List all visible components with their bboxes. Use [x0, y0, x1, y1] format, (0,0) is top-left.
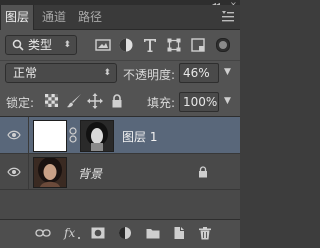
- new-group-icon[interactable]: [146, 226, 160, 240]
- fill-dropdown-arrow-icon[interactable]: ▼: [224, 96, 231, 106]
- filter-kind-label: 类型: [28, 38, 53, 52]
- eye-icon[interactable]: [7, 130, 21, 140]
- visibility-toggle[interactable]: [0, 117, 29, 153]
- fill-input[interactable]: 100%: [179, 92, 219, 112]
- layer-thumbnail[interactable]: [33, 120, 67, 152]
- layers-list: 图层 1 背景: [0, 117, 240, 219]
- link-layers-icon[interactable]: [35, 228, 51, 238]
- fx-icon[interactable]: fx: [63, 225, 81, 241]
- image-filter-icon[interactable]: [95, 37, 111, 53]
- lock-row: 锁定: 填充: 100% ▼: [0, 88, 240, 117]
- adjustment-filter-icon[interactable]: [118, 37, 134, 53]
- opacity-dropdown-arrow-icon[interactable]: ▼: [224, 67, 231, 77]
- panel-menu-icon[interactable]: [222, 11, 234, 22]
- lock-icon: [199, 166, 207, 178]
- background-layer-thumbnail[interactable]: [33, 157, 67, 188]
- layers-panel: ◂◂ × 图层 通道 路径 类型 ⬍: [0, 0, 240, 248]
- layer-mask-thumbnail[interactable]: [80, 120, 114, 152]
- chevron-updown-icon: ⬍: [103, 68, 111, 78]
- tab-layers[interactable]: 图层: [0, 5, 35, 30]
- filter-toggle-switch[interactable]: [216, 38, 230, 52]
- lock-label: 锁定:: [6, 96, 35, 110]
- smart-object-filter-icon[interactable]: [190, 37, 206, 53]
- fill-label: 填充:: [147, 96, 176, 110]
- lock-position-move-icon[interactable]: [87, 93, 103, 109]
- delete-layer-icon[interactable]: [198, 226, 212, 240]
- type-filter-icon[interactable]: [142, 37, 158, 53]
- new-layer-icon[interactable]: [172, 226, 186, 240]
- opacity-input[interactable]: 46%: [179, 63, 219, 83]
- chevron-updown-icon: ⬍: [63, 40, 71, 50]
- blend-row: 正常 ⬍ 不透明度: 46% ▼: [0, 61, 240, 87]
- adjustment-layer-icon[interactable]: [118, 226, 132, 240]
- blend-mode-dropdown[interactable]: 正常 ⬍: [5, 63, 117, 83]
- lock-all-icon[interactable]: [109, 93, 125, 109]
- eye-icon[interactable]: [7, 167, 21, 177]
- chain-link-icon[interactable]: [69, 127, 77, 143]
- layer-row[interactable]: 背景: [0, 154, 240, 190]
- lock-transparent-pixels-icon[interactable]: [45, 94, 58, 107]
- opacity-label: 不透明度:: [123, 68, 176, 82]
- tab-bar: 图层 通道 路径: [0, 5, 240, 30]
- layer-row[interactable]: 图层 1: [0, 117, 240, 154]
- visibility-toggle[interactable]: [0, 154, 29, 189]
- filter-row: 类型 ⬍: [0, 30, 240, 61]
- lock-image-pixels-brush-icon[interactable]: [66, 93, 82, 109]
- shape-filter-icon[interactable]: [166, 37, 182, 53]
- tab-channels[interactable]: 通道: [38, 5, 70, 29]
- filter-kind-dropdown[interactable]: 类型 ⬍: [5, 35, 77, 55]
- layer-name[interactable]: 背景: [78, 165, 102, 182]
- add-mask-icon[interactable]: [91, 226, 105, 240]
- tab-paths[interactable]: 路径: [74, 5, 106, 29]
- bottom-toolbar: fx: [0, 219, 240, 248]
- search-icon: [12, 39, 24, 51]
- blend-mode-value: 正常: [13, 66, 38, 80]
- layer-name[interactable]: 图层 1: [122, 128, 157, 145]
- svg-text:fx: fx: [63, 226, 75, 240]
